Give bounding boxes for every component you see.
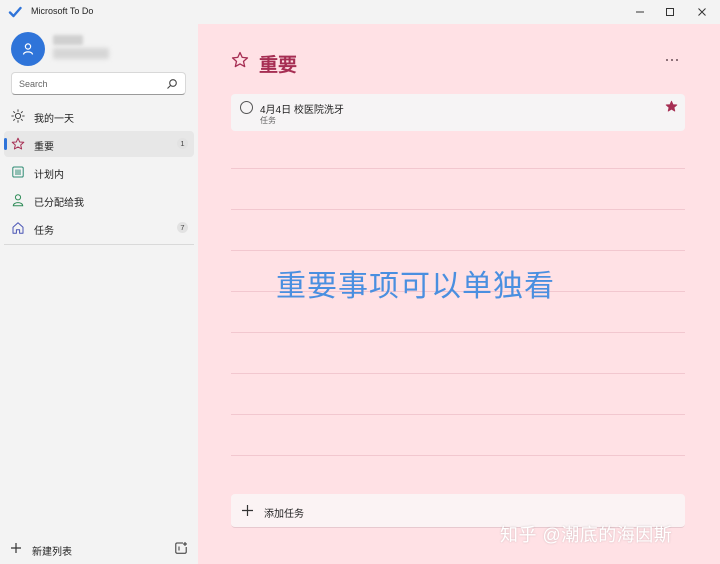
page-title: 重要: [259, 55, 298, 76]
divider-line: [231, 250, 685, 251]
filled-star-icon[interactable]: [665, 100, 678, 113]
task-title: 4月4日 校医院洗牙: [260, 105, 344, 116]
new-list-label: 新建列表: [32, 547, 72, 558]
plus-icon: [11, 543, 21, 553]
search-box[interactable]: Search: [11, 72, 186, 95]
sidebar: Search 我的一天 重要 1 计划内 已分配给我 任务 7 新建列表: [0, 24, 198, 564]
add-task-label: 添加任务: [264, 509, 304, 520]
sidebar-item-label: 已分配给我: [34, 198, 84, 209]
maximize-button[interactable]: [655, 0, 685, 24]
star-icon: [11, 137, 25, 150]
complete-checkbox[interactable]: [240, 101, 253, 114]
todo-checkmark-icon: [8, 6, 22, 18]
sidebar-item-label: 重要: [34, 142, 54, 153]
main-content: 重要 4月4日 校医院洗牙 任务 重要事项可以单独看 添加任务 知乎 @潮底的海…: [198, 24, 720, 564]
avatar[interactable]: [11, 32, 45, 66]
new-list-button[interactable]: 新建列表: [8, 539, 168, 559]
home-icon: [12, 222, 24, 234]
person-icon: [22, 43, 34, 55]
active-indicator: [4, 138, 7, 150]
close-button[interactable]: [687, 0, 717, 24]
sidebar-item-label: 计划内: [34, 170, 64, 181]
account-name-blurred: [53, 35, 83, 45]
search-placeholder: Search: [19, 79, 48, 89]
sidebar-item-planned[interactable]: 计划内: [4, 159, 194, 185]
new-group-icon[interactable]: [174, 541, 188, 555]
account-email-blurred: [53, 48, 109, 59]
count-badge: 1: [177, 138, 188, 149]
divider-line: [231, 455, 685, 456]
minimize-icon: [636, 11, 644, 13]
close-icon: [698, 8, 706, 16]
minimize-button[interactable]: [625, 0, 655, 24]
title-bar: Microsoft To Do: [0, 0, 720, 24]
sidebar-item-tasks[interactable]: 任务 7: [4, 215, 194, 241]
sidebar-divider: [4, 244, 194, 245]
divider-line: [231, 168, 685, 169]
count-badge: 7: [177, 222, 188, 233]
star-icon: [231, 51, 249, 68]
task-item[interactable]: 4月4日 校医院洗牙 任务: [231, 94, 685, 131]
calendar-icon: [12, 166, 24, 178]
sidebar-item-label: 任务: [34, 226, 54, 237]
person-icon: [12, 194, 24, 207]
divider-line: [231, 414, 685, 415]
search-icon[interactable]: [166, 78, 178, 90]
sidebar-item-important[interactable]: 重要 1: [4, 131, 194, 157]
maximize-icon: [666, 8, 674, 16]
divider-line: [231, 373, 685, 374]
app-title: Microsoft To Do: [31, 6, 94, 16]
divider-line: [231, 332, 685, 333]
annotation-caption: 重要事项可以单独看: [276, 270, 555, 303]
plus-icon: [242, 505, 253, 516]
more-options-icon[interactable]: [664, 56, 680, 64]
watermark: 知乎 @潮底的海因斯: [500, 525, 673, 545]
divider-line: [231, 209, 685, 210]
task-list-name: 任务: [260, 116, 276, 125]
sidebar-item-my-day[interactable]: 我的一天: [4, 103, 194, 129]
sidebar-item-assigned[interactable]: 已分配给我: [4, 187, 194, 213]
sidebar-item-label: 我的一天: [34, 114, 74, 125]
sun-icon: [11, 109, 25, 123]
